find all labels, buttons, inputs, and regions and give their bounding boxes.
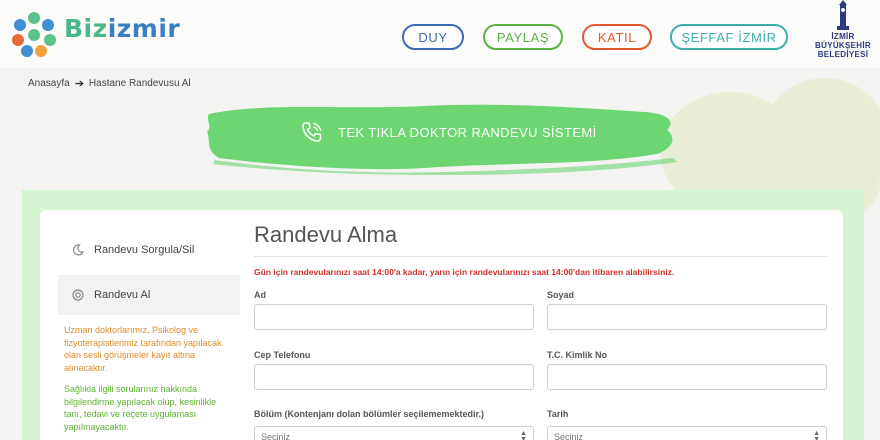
telefon-input[interactable] bbox=[254, 364, 534, 390]
telefon-label: Cep Telefonu bbox=[254, 350, 311, 360]
soyad-label: Soyad bbox=[547, 290, 575, 300]
bolum-select[interactable]: Seçiniz ▲ ▼ bbox=[254, 426, 534, 440]
brand-name[interactable]: Bizizmir bbox=[64, 14, 180, 43]
banner-title-text: TEK TIKLA DOKTOR RANDEVU SİSTEMİ bbox=[338, 124, 597, 140]
municipality-line-1: İZMİR bbox=[831, 32, 855, 41]
breadcrumb-current: Hastane Randevusu Al bbox=[88, 78, 191, 89]
form-title: Randevu Alma bbox=[254, 222, 398, 247]
tarih-selected-value: Seçiniz bbox=[554, 432, 584, 440]
municipality-line-3: BELEDİYESİ bbox=[817, 50, 869, 59]
soyad-input[interactable] bbox=[547, 304, 827, 330]
site-header: Bizizmir DUY PAYLAŞ KATIL ŞEFFAF İZMİR İ… bbox=[0, 0, 880, 68]
municipality-line-2: BÜYÜKŞEHİR bbox=[815, 41, 871, 50]
brand-part-1: Biz bbox=[64, 14, 108, 43]
bolum-label: Bölüm (Kontenjanı dolan bölümler seçilem… bbox=[254, 409, 485, 419]
moon-icon bbox=[72, 244, 84, 256]
ad-input[interactable] bbox=[254, 304, 534, 330]
bolum-selected-value: Seçiniz bbox=[261, 432, 291, 440]
banner-title: TEK TIKLA DOKTOR RANDEVU SİSTEMİ bbox=[300, 120, 597, 144]
clock-tower-icon bbox=[837, 0, 849, 30]
nav-duy-button[interactable]: DUY bbox=[402, 24, 464, 50]
tarih-select[interactable]: Seçiniz ▲ ▼ bbox=[547, 426, 827, 440]
info-note-no-diagnosis: Sağlıkla ilgili sorularınız hakkında bil… bbox=[64, 384, 217, 432]
izmir-municipality-logo[interactable]: İZMİR BÜYÜKŞEHİR BELEDİYESİ bbox=[812, 0, 874, 68]
sidebar-item-randevu-sorgula[interactable]: Randevu Sorgula/Sil bbox=[58, 230, 240, 270]
tarih-label: Tarih bbox=[547, 409, 569, 419]
sidebar-item-randevu-al[interactable]: Randevu Al bbox=[58, 275, 240, 315]
sidebar-item-label: Randevu Al bbox=[94, 289, 151, 301]
select-arrows-icon: ▲ ▼ bbox=[520, 430, 527, 440]
select-arrows-icon: ▲ ▼ bbox=[813, 430, 820, 440]
target-icon bbox=[72, 289, 84, 301]
title-divider bbox=[254, 256, 827, 257]
tc-kimlik-input[interactable] bbox=[547, 364, 827, 390]
form-warning: Gün için randevularınızı saat 14:00'a ka… bbox=[254, 267, 675, 277]
phone-icon bbox=[302, 122, 322, 142]
nav-seffaf-izmir-button[interactable]: ŞEFFAF İZMİR bbox=[670, 24, 788, 50]
nav-paylas-button[interactable]: PAYLAŞ bbox=[483, 24, 563, 50]
breadcrumb: Anasayfa ➔ Hastane Randevusu Al bbox=[28, 77, 191, 90]
bizizmir-logo-icon[interactable] bbox=[8, 8, 60, 60]
breadcrumb-home-link[interactable]: Anasayfa bbox=[28, 78, 70, 89]
nav-katil-button[interactable]: KATIL bbox=[582, 24, 652, 50]
arrow-right-icon: ➔ bbox=[74, 78, 84, 90]
ad-label: Ad bbox=[254, 290, 266, 300]
tc-kimlik-label: T.C. Kimlik No bbox=[547, 350, 608, 360]
sidebar-item-label: Randevu Sorgula/Sil bbox=[94, 244, 195, 256]
brand-part-2: izmir bbox=[107, 14, 181, 43]
info-note-recording: Uzman doktorlarımız, Psikolog ve fizyote… bbox=[64, 325, 222, 373]
